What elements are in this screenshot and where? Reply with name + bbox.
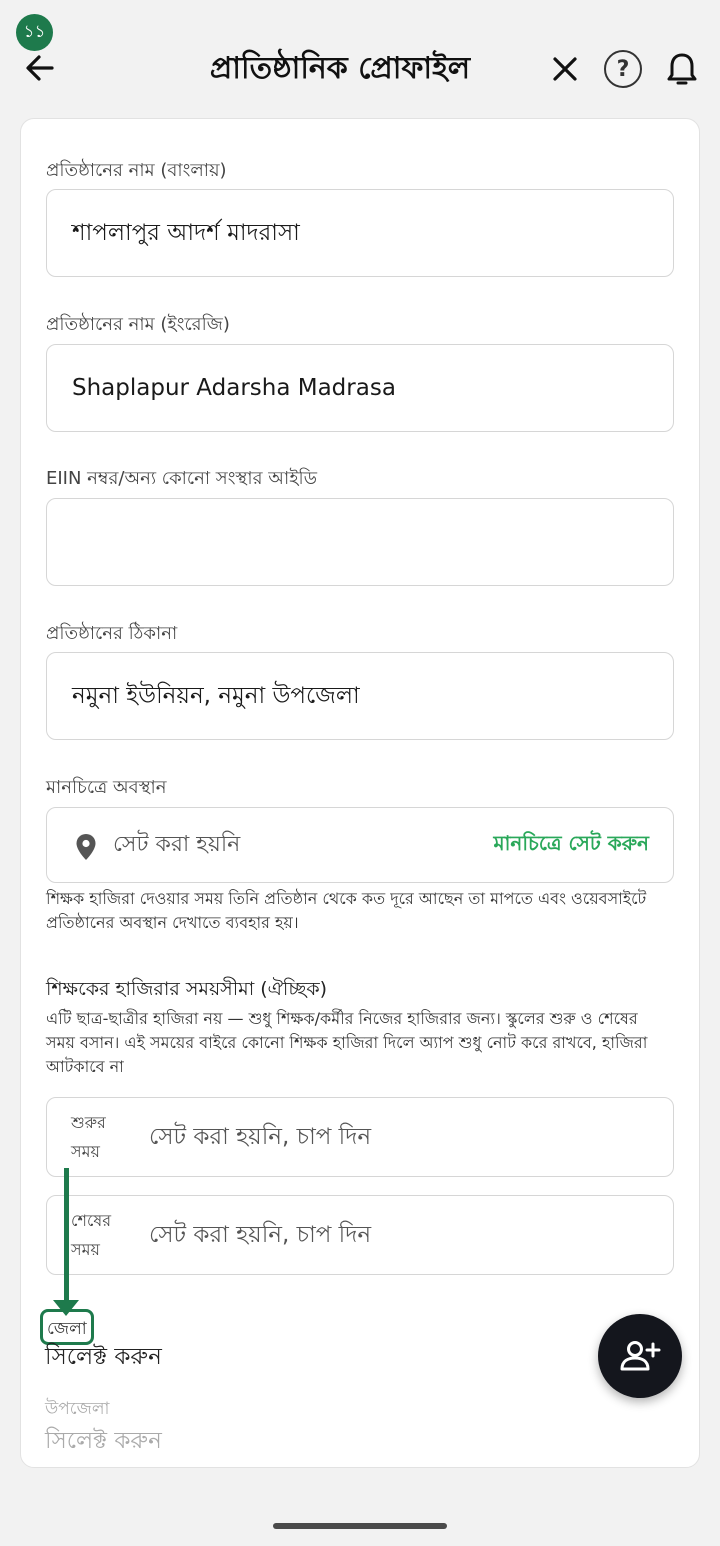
- home-indicator[interactable]: [273, 1523, 447, 1529]
- upazila-select[interactable]: সিলেক্ট করুন: [45, 1422, 162, 1461]
- map-status: সেট করা হয়নি: [113, 831, 241, 857]
- page-title: প্রাতিষ্ঠানিক প্রোফাইল: [209, 51, 471, 86]
- back-button[interactable]: [22, 50, 58, 86]
- end-time-value: সেট করা হয়নি, চাপ দিন: [149, 1221, 372, 1248]
- start-time-label: শুরুর সময়: [71, 1113, 106, 1161]
- address-label: প্রতিষ্ঠানের ঠিকানা: [46, 623, 178, 644]
- name-en-field[interactable]: Shaplapur Adarsha Madrasa: [46, 344, 674, 432]
- top-app-bar: ১১ প্রাতিষ্ঠানিক প্রোফাইল ?: [0, 0, 720, 118]
- step-badge: ১১: [16, 14, 53, 51]
- end-time-field[interactable]: শেষের সময় সেট করা হয়নি, চাপ দিন: [46, 1195, 674, 1275]
- close-icon: [553, 57, 577, 81]
- name-en-value: Shaplapur Adarsha Madrasa: [72, 375, 396, 401]
- address-value: নমুনা ইউনিয়ন, নমুনা উপজেলা: [72, 682, 360, 709]
- address-field[interactable]: নমুনা ইউনিয়ন, নমুনা উপজেলা: [46, 652, 674, 740]
- profile-form-card: প্রতিষ্ঠানের নাম (বাংলায়) শাপলাপুর আদর্…: [20, 118, 700, 1468]
- name-bn-field[interactable]: শাপলাপুর আদর্শ মাদরাসা: [46, 189, 674, 277]
- close-button[interactable]: [550, 54, 580, 84]
- location-pin-icon: [76, 834, 96, 860]
- annotation-arrow-line: [64, 1168, 69, 1306]
- question-circle-icon: ?: [616, 56, 630, 82]
- attendance-help-text: এটি ছাত্র-ছাত্রীর হাজিরা নয় — শুধু শিক্…: [46, 1009, 648, 1076]
- arrow-left-icon: [26, 55, 54, 81]
- map-label: মানচিত্রে অবস্থান: [46, 777, 167, 798]
- end-time-label: শেষের সময়: [71, 1211, 112, 1259]
- add-person-icon: [620, 1341, 661, 1371]
- eiin-field[interactable]: [46, 498, 674, 586]
- name-bn-label: প্রতিষ্ঠানের নাম (বাংলায়): [46, 160, 227, 181]
- name-bn-value: শাপলাপুর আদর্শ মাদরাসা: [72, 219, 300, 246]
- start-time-value: সেট করা হয়নি, চাপ দিন: [149, 1123, 372, 1150]
- district-select[interactable]: সিলেক্ট করুন: [45, 1338, 162, 1377]
- name-en-label: প্রতিষ্ঠানের নাম (ইংরেজি): [46, 314, 230, 335]
- set-on-map-button[interactable]: মানচিত্রে সেট করুন: [493, 808, 649, 882]
- map-location-field: সেট করা হয়নি মানচিত্রে সেট করুন: [46, 807, 674, 883]
- add-person-fab[interactable]: [598, 1314, 682, 1398]
- map-help-text: শিক্ষক হাজিরা দেওয়ার সময় তিনি প্রতিষ্ঠ…: [46, 889, 647, 932]
- upazila-label: উপজেলা: [45, 1399, 110, 1419]
- notifications-button[interactable]: [664, 50, 700, 88]
- eiin-label: EIIN নম্বর/অন্য কোনো সংস্থার আইডি: [46, 468, 317, 489]
- help-button[interactable]: ?: [604, 50, 642, 88]
- start-time-field[interactable]: শুরুর সময় সেট করা হয়নি, চাপ দিন: [46, 1097, 674, 1177]
- attendance-section-title: শিক্ষকের হাজিরার সময়সীমা (ঐচ্ছিক): [46, 978, 328, 1000]
- bell-icon: [667, 53, 697, 85]
